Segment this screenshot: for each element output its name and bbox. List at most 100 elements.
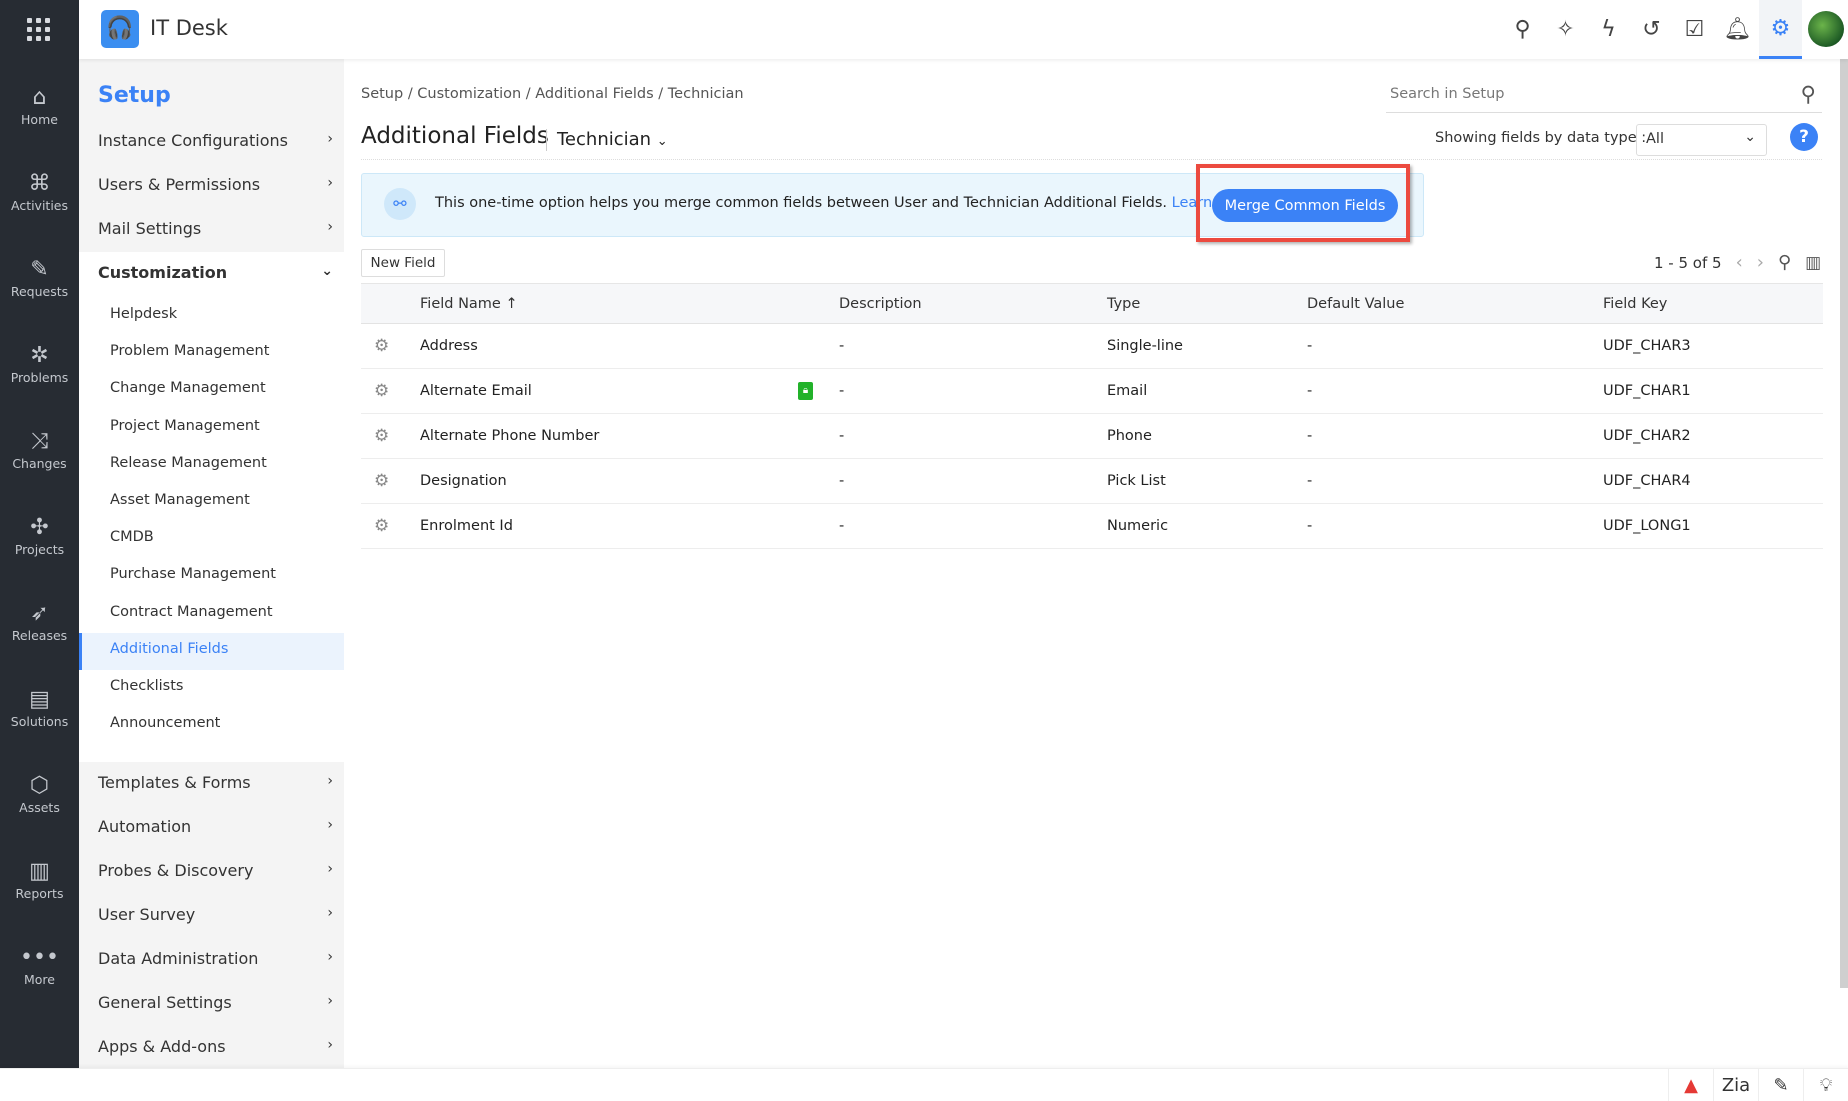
- chevron-right-icon: ›: [327, 817, 333, 833]
- data-type-select[interactable]: All ⌄: [1636, 124, 1767, 156]
- rail-item-problems[interactable]: ✲ Problems: [0, 342, 79, 385]
- table-row[interactable]: ⚙ Alternate Phone Number - Phone - UDF_C…: [361, 414, 1823, 459]
- warning-icon[interactable]: ▲: [1668, 1069, 1713, 1101]
- setup-menu-item[interactable]: General Settings ›: [98, 993, 333, 1012]
- column-settings-icon[interactable]: ▥: [1805, 253, 1821, 273]
- sub-item[interactable]: Checklists: [110, 678, 183, 694]
- search-setup-input[interactable]: Search in Setup ⚲: [1386, 81, 1822, 113]
- chevron-down-icon: ⌄: [656, 134, 668, 149]
- type: Email: [1107, 383, 1148, 399]
- scrollbar[interactable]: [1840, 59, 1848, 988]
- rail-label: Home: [21, 112, 58, 127]
- table-row[interactable]: ⚙ Address - Single-line - UDF_CHAR3: [361, 324, 1823, 369]
- setup-menu-item[interactable]: User Survey ›: [98, 905, 333, 924]
- module-label: Technician: [557, 129, 652, 150]
- rail-item-requests[interactable]: ✎ Requests: [0, 256, 79, 299]
- sub-item[interactable]: Release Management: [110, 455, 267, 471]
- tasks-icon[interactable]: ☑: [1673, 0, 1716, 59]
- default-value: -: [1307, 428, 1313, 444]
- page-count: 1 - 5 of 5: [1654, 253, 1722, 272]
- history-icon[interactable]: ↺: [1630, 0, 1673, 59]
- search-icon[interactable]: ⚲: [1801, 82, 1816, 106]
- rail-item-activities[interactable]: ⌘ Activities: [0, 170, 79, 213]
- chevron-left-icon[interactable]: ‹: [1736, 252, 1743, 273]
- setup-menu-item[interactable]: Instance Configurations ›: [98, 131, 333, 150]
- new-ticket-icon[interactable]: ✧: [1544, 0, 1587, 59]
- rail-item-assets[interactable]: ⬡ Assets: [0, 772, 79, 815]
- select-value: All: [1646, 131, 1664, 147]
- activities-icon: ⌘: [28, 171, 51, 196]
- setup-menu-item[interactable]: Probes & Discovery ›: [98, 861, 333, 880]
- chevron-right-icon[interactable]: ›: [1757, 252, 1764, 273]
- breadcrumb[interactable]: Setup / Customization / Additional Field…: [361, 86, 744, 102]
- description: -: [839, 473, 845, 489]
- col-type[interactable]: Type: [1107, 296, 1140, 312]
- table-row[interactable]: ⚙ Designation - Pick List - UDF_CHAR4: [361, 459, 1823, 504]
- help-icon[interactable]: ?: [1790, 123, 1818, 151]
- search-icon[interactable]: ⚲: [1778, 252, 1791, 273]
- table-row[interactable]: ⚙ Alternate Email 🔒︎ - Email - UDF_CHAR1: [361, 369, 1823, 414]
- col-field-name[interactable]: Field Name ↑: [420, 296, 518, 312]
- changes-icon: ⤨: [30, 429, 49, 454]
- sub-item[interactable]: Announcement: [110, 715, 220, 731]
- col-default-value[interactable]: Default Value: [1307, 296, 1404, 312]
- type: Single-line: [1107, 338, 1183, 354]
- sub-item[interactable]: Change Management: [110, 380, 266, 396]
- rail-item-releases[interactable]: ➶ Releases: [0, 600, 79, 643]
- menu-label: Users & Permissions: [98, 175, 261, 194]
- sub-item[interactable]: Project Management: [110, 418, 260, 434]
- rail-item-solutions[interactable]: ▤ Solutions: [0, 686, 79, 729]
- sub-item[interactable]: Helpdesk: [110, 306, 177, 322]
- merge-common-fields-button[interactable]: Merge Common Fields: [1212, 189, 1398, 222]
- field-name[interactable]: Alternate Email: [420, 383, 532, 399]
- setup-menu-item[interactable]: Templates & Forms ›: [98, 773, 333, 792]
- rail-item-reports[interactable]: ▥ Reports: [0, 858, 79, 901]
- setup-menu-item[interactable]: Mail Settings ›: [98, 219, 333, 238]
- zia-icon[interactable]: Zia: [1713, 1069, 1758, 1101]
- new-field-button[interactable]: New Field: [361, 249, 445, 277]
- rail-label: Requests: [10, 284, 69, 299]
- app-grid-icon[interactable]: [27, 18, 51, 42]
- sub-item[interactable]: CMDB: [110, 529, 154, 545]
- reports-icon: ▥: [29, 859, 50, 884]
- rail-item-changes[interactable]: ⤨ Changes: [0, 428, 79, 471]
- gear-icon[interactable]: ⚙: [374, 516, 389, 536]
- gear-icon[interactable]: ⚙: [374, 471, 389, 491]
- rail-label: Reports: [15, 886, 64, 901]
- module-dropdown[interactable]: Technician ⌄: [557, 129, 668, 150]
- sub-item[interactable]: Purchase Management: [110, 566, 276, 582]
- gear-icon[interactable]: ⚙: [374, 426, 389, 446]
- gear-icon[interactable]: ⚙: [374, 381, 389, 401]
- lock-icon: 🔒︎: [798, 382, 813, 400]
- avatar[interactable]: [1808, 11, 1844, 47]
- sub-item[interactable]: Contract Management: [110, 604, 273, 620]
- type: Phone: [1107, 428, 1152, 444]
- rail-item-more[interactable]: ••• More: [0, 944, 79, 987]
- problems-icon: ✲: [30, 343, 49, 368]
- rail-item-projects[interactable]: ✣ Projects: [0, 514, 79, 557]
- col-field-key[interactable]: Field Key: [1603, 296, 1667, 312]
- gear-icon[interactable]: ⚙: [374, 336, 389, 356]
- setup-menu-item[interactable]: Data Administration ›: [98, 949, 333, 968]
- quick-actions-icon[interactable]: ϟ: [1587, 0, 1630, 59]
- rail-item-home[interactable]: ⌂ Home: [0, 84, 79, 127]
- menu-label: Customization: [98, 263, 228, 282]
- col-description[interactable]: Description: [839, 296, 922, 312]
- sub-item[interactable]: Problem Management: [110, 343, 269, 359]
- field-name[interactable]: Address: [420, 338, 478, 354]
- sub-item[interactable]: Asset Management: [110, 492, 250, 508]
- table-row[interactable]: ⚙ Enrolment Id - Numeric - UDF_LONG1: [361, 504, 1823, 549]
- sub-item[interactable]: Additional Fields: [110, 641, 228, 657]
- lightbulb-icon[interactable]: 💡︎: [1803, 1069, 1848, 1101]
- gear-icon[interactable]: ⚙: [1759, 0, 1802, 59]
- bell-icon[interactable]: 🔔︎: [1716, 0, 1759, 59]
- setup-menu-item[interactable]: Apps & Add-ons ›: [98, 1037, 333, 1056]
- setup-menu-item[interactable]: Automation ›: [98, 817, 333, 836]
- setup-menu-customization[interactable]: Customization ⌄: [98, 263, 333, 282]
- notes-icon[interactable]: ✎: [1758, 1069, 1803, 1101]
- field-name[interactable]: Alternate Phone Number: [420, 428, 599, 444]
- field-name[interactable]: Enrolment Id: [420, 518, 513, 534]
- search-icon[interactable]: ⚲: [1501, 0, 1544, 59]
- setup-menu-item[interactable]: Users & Permissions ›: [98, 175, 333, 194]
- field-name[interactable]: Designation: [420, 473, 507, 489]
